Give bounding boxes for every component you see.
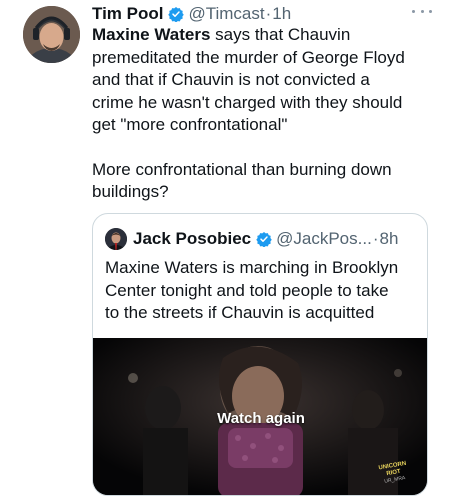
quoted-tweet-text: Maxine Waters is marching in Brooklyn Ce…	[105, 257, 420, 325]
tweet-text-line: and that if Chauvin is not convicted a	[92, 70, 370, 89]
verified-badge-icon	[256, 232, 272, 247]
mention-name: Maxine Waters	[92, 25, 211, 44]
tweet-text: Maxine Waters says that Chauvin premedit…	[92, 24, 437, 204]
avatar[interactable]	[23, 6, 80, 63]
tweet-text-line: crime he wasn't charged with they should	[92, 92, 403, 112]
tweet-text-line: get "more confrontational"	[92, 115, 288, 134]
quoted-avatar[interactable]	[105, 228, 127, 250]
tweet-text-line: premeditated the murder of George Floyd	[92, 47, 405, 67]
tweet-text-line: buildings?	[92, 182, 169, 201]
more-options-icon[interactable]	[412, 6, 432, 16]
quoted-tweet-timestamp[interactable]: 8h	[379, 229, 398, 249]
tweet-header: Tim Pool @Timcast · 1h	[92, 3, 291, 25]
tweet-text-fragment: says that Chauvin	[210, 25, 351, 44]
quoted-author-handle[interactable]: @JackPos...	[276, 229, 372, 249]
separator-dot: ·	[265, 4, 272, 23]
quoted-tweet[interactable]: Jack Posobiec @JackPos... · 8h Maxine Wa…	[92, 213, 428, 496]
quoted-text-line: Center tonight and told people to take	[105, 280, 389, 300]
separator-dot: ·	[372, 229, 379, 248]
quoted-text-line: Maxine Waters is marching in Brooklyn	[105, 258, 399, 277]
tweet-timestamp[interactable]: 1h	[272, 4, 291, 24]
quoted-author-name[interactable]: Jack Posobiec	[133, 229, 251, 249]
quoted-text-line: to the streets if Chauvin is acquitted	[105, 303, 375, 322]
tweet-text-line: Maxine Waters says that Chauvin	[92, 24, 437, 47]
tweet-text-line: More confrontational than burning down	[92, 159, 392, 179]
video-player[interactable]: Watch again UNICORN RIOT UR_MRA	[93, 338, 427, 495]
avatar-image	[23, 6, 80, 63]
quoted-avatar-image	[105, 228, 127, 250]
author-name[interactable]: Tim Pool	[92, 4, 163, 24]
verified-badge-icon	[168, 7, 185, 22]
quoted-tweet-header: Jack Posobiec @JackPos... · 8h	[105, 227, 398, 251]
tweet: Tim Pool @Timcast · 1h Maxine Waters say…	[0, 0, 450, 500]
watch-again-button[interactable]: Watch again	[93, 410, 427, 427]
author-handle[interactable]: @Timcast	[188, 4, 264, 24]
